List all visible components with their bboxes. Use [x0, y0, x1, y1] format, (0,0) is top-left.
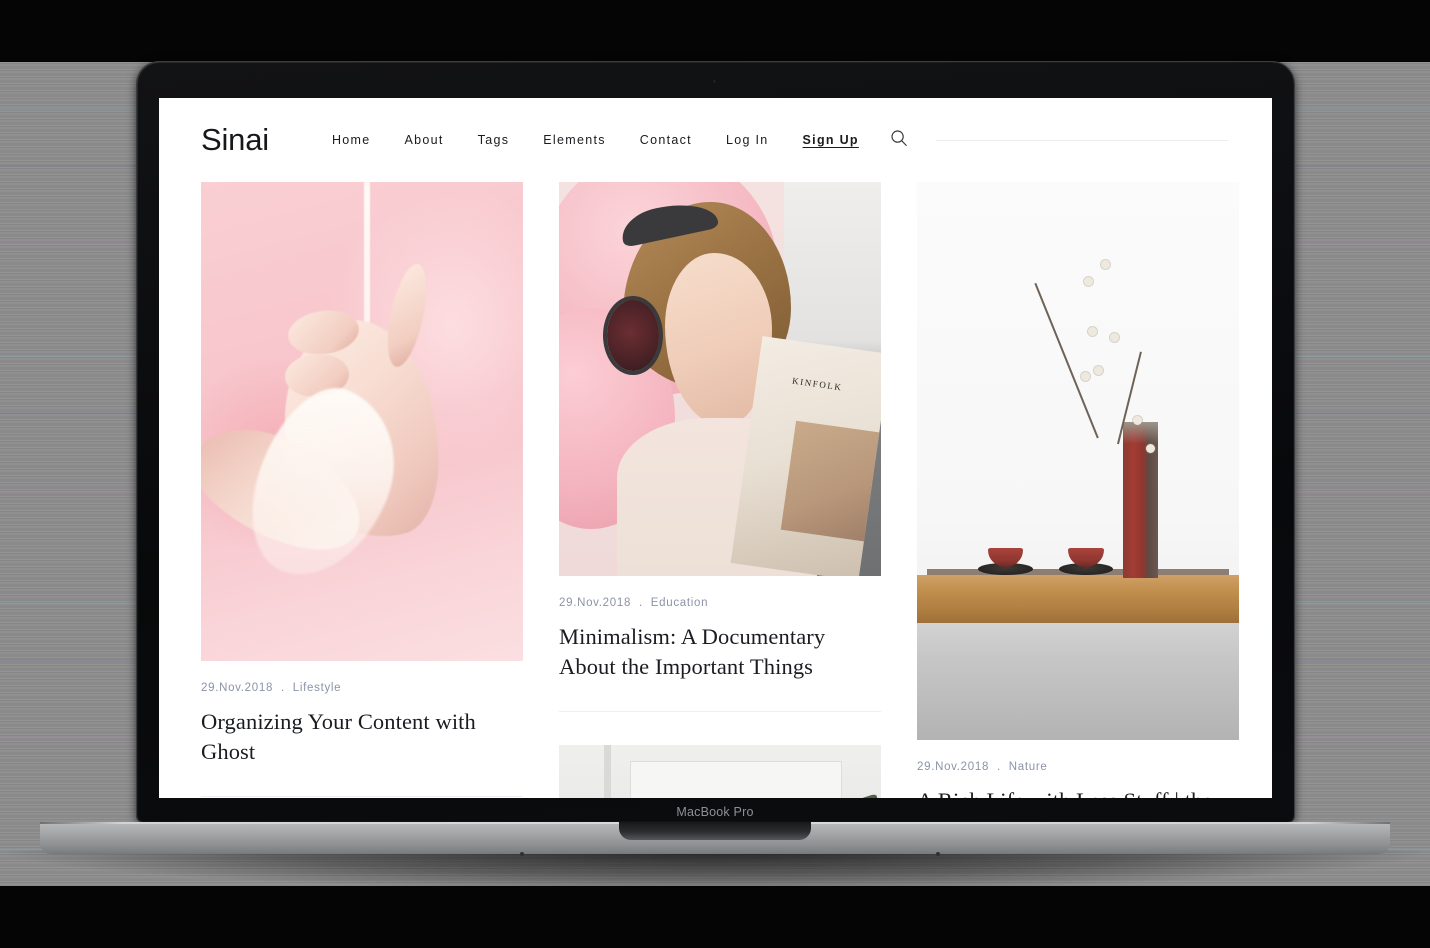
window-pane-shape [629, 761, 843, 798]
laptop-foot [520, 852, 524, 856]
site-brand-logo[interactable]: Sinai [201, 122, 269, 158]
nav-item-about[interactable]: About [387, 133, 460, 147]
search-input-underline[interactable] [935, 139, 1228, 141]
blossom-shape [1145, 444, 1155, 454]
finger-shape [380, 261, 434, 371]
device-model-label: MacBook Pro [676, 805, 754, 819]
feed-column-2: KINFOLK 29.Nov.2018 . Education Minimali… [559, 182, 881, 798]
post-title[interactable]: Minimalism: A Documentary About the Impo… [559, 622, 881, 683]
feed-column-3: 29.Nov.2018 . Nature A Rich Life with Le… [917, 182, 1239, 798]
nav-item-tags[interactable]: Tags [461, 133, 527, 147]
laptop-foot [936, 852, 940, 856]
macbook-pro-mockup: Sinai Home About Tags Elements Contact L… [0, 0, 1430, 948]
feed-column-1: 29.Nov.2018 . Lifestyle Organizing Your … [201, 182, 523, 798]
meta-separator: . [280, 682, 285, 694]
blossom-shape [1084, 276, 1094, 286]
laptop-screen: Sinai Home About Tags Elements Contact L… [159, 98, 1272, 798]
blossom-shape [1110, 332, 1120, 342]
post-tag[interactable]: Education [651, 597, 708, 609]
search-area [890, 129, 1230, 152]
post-card[interactable] [559, 744, 881, 798]
post-title[interactable]: Organizing Your Content with Ghost [201, 707, 523, 768]
post-meta: 29.Nov.2018 . Nature [917, 761, 1239, 773]
meta-separator: . [996, 761, 1001, 773]
branch-shape [1034, 283, 1100, 440]
window-frame-shape [604, 744, 611, 798]
laptop-lid-notch [619, 822, 811, 840]
post-card[interactable]: 29.Nov.2018 . Lifestyle Organizing Your … [201, 182, 523, 797]
post-thumbnail-hand-with-milk[interactable] [201, 182, 523, 661]
post-meta: 29.Nov.2018 . Lifestyle [201, 682, 523, 694]
post-thumbnail-white-window[interactable] [559, 744, 881, 798]
post-title[interactable]: A Rich Life with Less Stuff | the [917, 786, 1239, 798]
laptop-drop-shadow [10, 850, 1420, 890]
post-date: 29.Nov.2018 [201, 682, 274, 694]
milk-stream-shape [363, 182, 370, 344]
wooden-table-shape [917, 575, 1239, 623]
main-navigation: Home About Tags Elements Contact Log In … [315, 133, 876, 147]
webcam-dot-icon [713, 80, 716, 83]
post-card[interactable]: 29.Nov.2018 . Nature A Rich Life with Le… [917, 182, 1239, 798]
blossom-shape [1087, 327, 1097, 337]
nav-item-contact[interactable]: Contact [623, 133, 709, 147]
nav-item-elements[interactable]: Elements [526, 133, 623, 147]
post-date: 29.Nov.2018 [559, 597, 632, 609]
post-meta: 29.Nov.2018 . Education [559, 597, 881, 609]
post-tag[interactable]: Nature [1009, 761, 1048, 773]
nav-item-home[interactable]: Home [315, 133, 388, 147]
post-thumbnail-red-vase-still-life[interactable] [917, 182, 1239, 740]
post-date: 29.Nov.2018 [917, 761, 990, 773]
blossom-shape [1081, 371, 1091, 381]
website-viewport: Sinai Home About Tags Elements Contact L… [159, 98, 1272, 798]
site-header: Sinai Home About Tags Elements Contact L… [159, 98, 1272, 182]
blossom-shape [1100, 260, 1110, 270]
search-icon[interactable] [890, 129, 908, 152]
meta-separator: . [638, 597, 643, 609]
post-tag[interactable]: Lifestyle [293, 682, 342, 694]
blossom-shape [1094, 366, 1104, 376]
floor-shape [917, 606, 1239, 740]
nav-item-login[interactable]: Log In [709, 133, 786, 147]
magazine-cover-photo-shape [780, 420, 879, 542]
post-thumbnail-woman-reading[interactable]: KINFOLK [559, 182, 881, 576]
nav-item-signup[interactable]: Sign Up [786, 133, 876, 147]
post-card[interactable]: KINFOLK 29.Nov.2018 . Education Minimali… [559, 182, 881, 712]
post-feed-grid: 29.Nov.2018 . Lifestyle Organizing Your … [159, 182, 1272, 798]
headphone-earcup-shape [607, 300, 659, 372]
feed-spacer [559, 712, 881, 745]
